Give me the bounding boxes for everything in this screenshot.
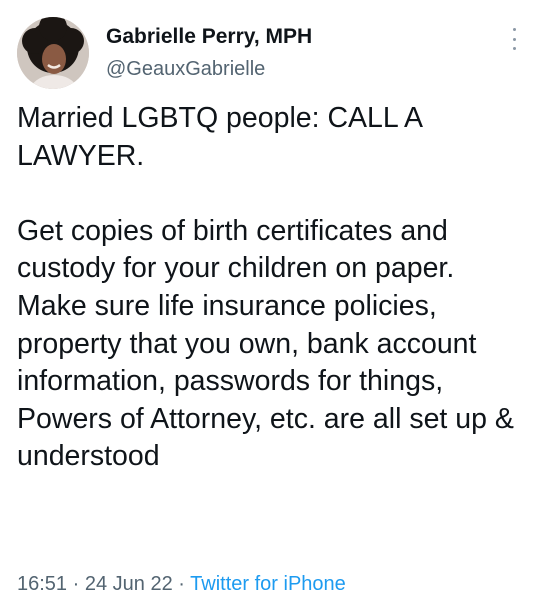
tweet-meta: 16:51 · 24 Jun 22 · Twitter for iPhone	[17, 571, 346, 597]
avatar[interactable]	[17, 17, 89, 89]
tweet-date[interactable]: 24 Jun 22	[85, 573, 173, 595]
profile-photo-icon	[17, 17, 89, 89]
meta-separator: ·	[178, 573, 185, 595]
tweet-paragraph-1: Married LGBTQ people: CALL A LAWYER.	[17, 102, 422, 172]
dot	[512, 47, 516, 50]
author-info: Gabrielle Perry, MPH @GeauxGabrielle	[106, 24, 312, 82]
more-vertical-icon[interactable]	[508, 28, 520, 50]
user-handle[interactable]: @GeauxGabrielle	[106, 56, 312, 82]
paragraph-break	[17, 175, 522, 213]
tweet-text: Married LGBTQ people: CALL A LAWYER. Get…	[17, 100, 522, 476]
dot	[512, 37, 516, 41]
tweet-paragraph-2: Get copies of birth certificates and cus…	[17, 214, 514, 473]
tweet-time[interactable]: 16:51	[17, 573, 67, 595]
display-name[interactable]: Gabrielle Perry, MPH	[106, 24, 312, 50]
tweet-card: Gabrielle Perry, MPH @GeauxGabrielle Mar…	[0, 0, 540, 614]
dot	[512, 28, 516, 31]
tweet-source-link[interactable]: Twitter for iPhone	[190, 573, 346, 595]
meta-separator: ·	[72, 573, 80, 595]
